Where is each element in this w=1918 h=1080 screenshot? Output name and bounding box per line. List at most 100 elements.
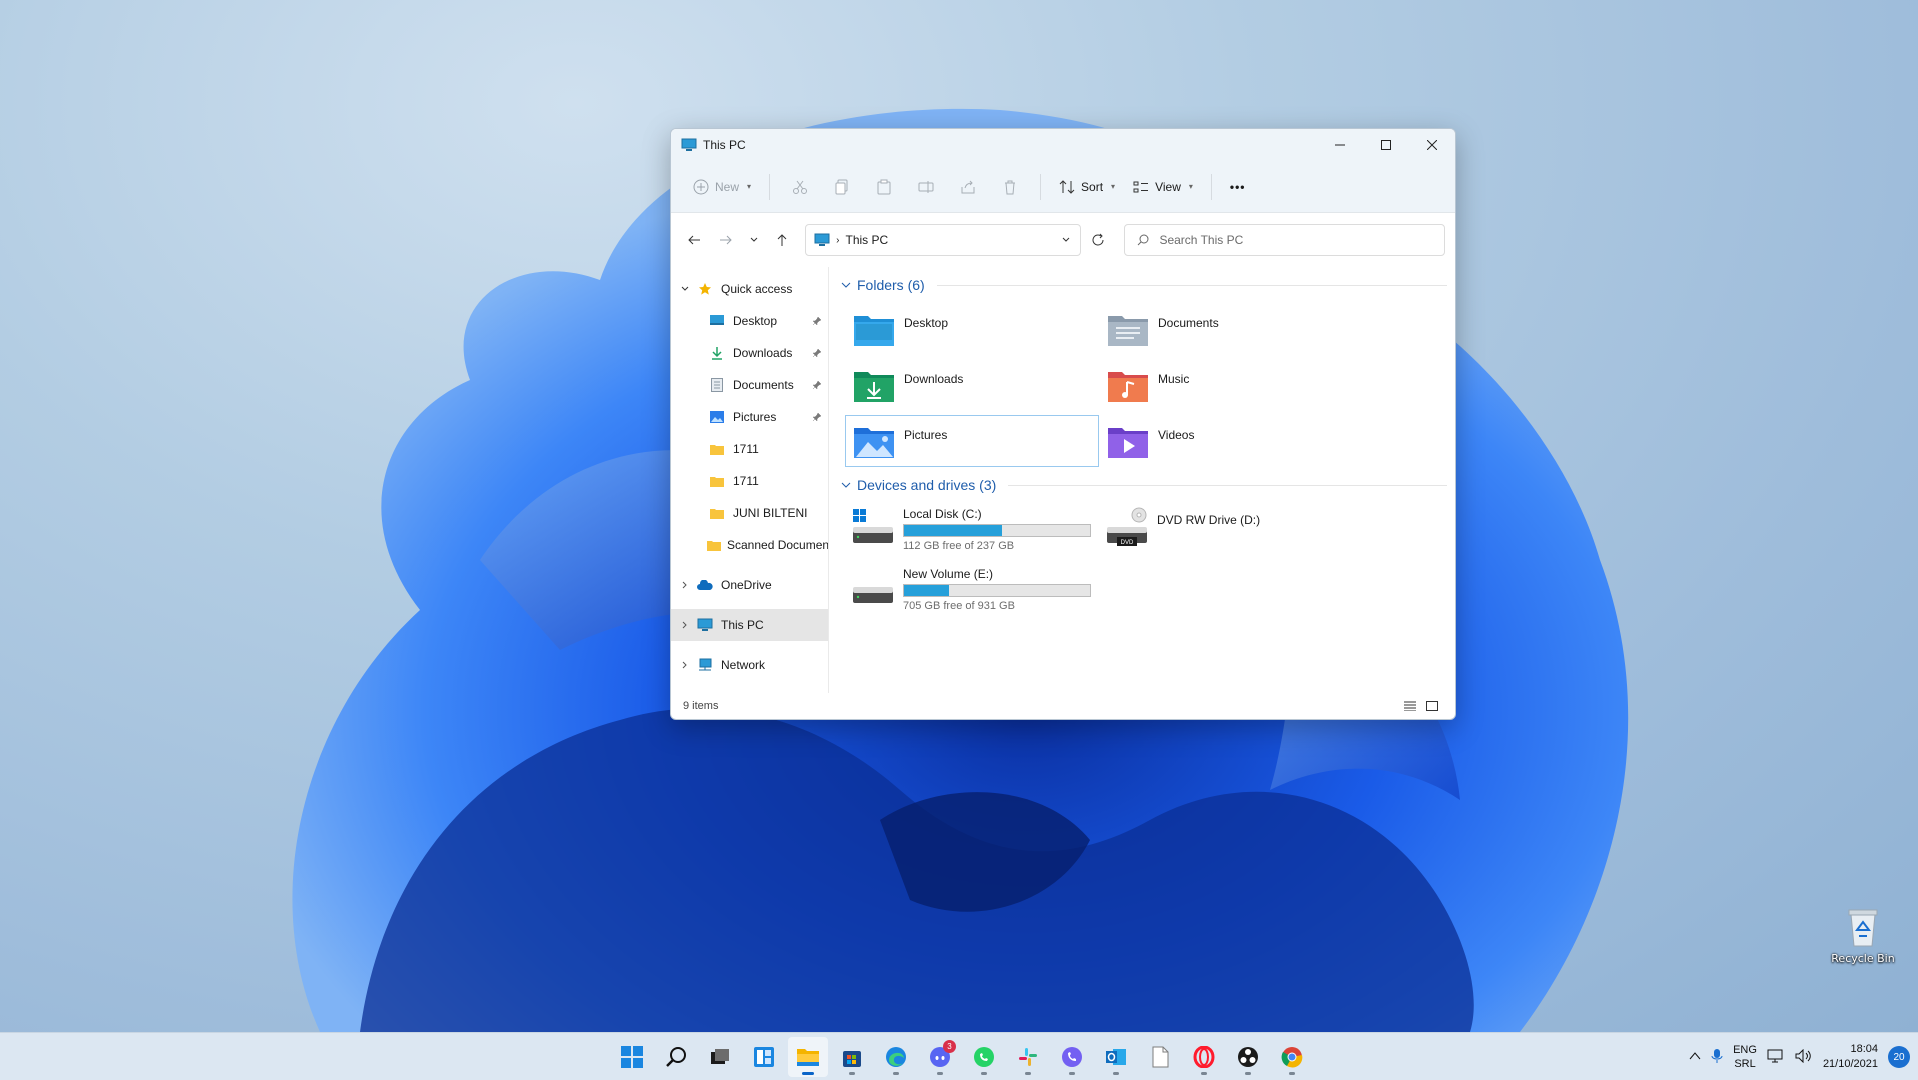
folder-tile-pictures[interactable]: Pictures bbox=[845, 415, 1099, 467]
microphone-button[interactable] bbox=[1711, 1048, 1723, 1067]
sidebar-item-pictures[interactable]: Pictures bbox=[671, 401, 828, 433]
network-status-button[interactable] bbox=[1767, 1049, 1785, 1066]
maximize-button[interactable] bbox=[1363, 129, 1409, 161]
delete-button[interactable] bbox=[990, 170, 1030, 204]
see-more-button[interactable]: ••• bbox=[1222, 170, 1254, 204]
share-button[interactable] bbox=[948, 170, 988, 204]
sidebar-item-documents[interactable]: Documents bbox=[671, 369, 828, 401]
notification-center-button[interactable]: 20 bbox=[1888, 1046, 1910, 1068]
minimize-button[interactable] bbox=[1317, 129, 1363, 161]
sidebar-item-folder-1711[interactable]: 1711 bbox=[671, 433, 828, 465]
arrow-left-icon bbox=[688, 235, 700, 245]
sidebar-item-onedrive[interactable]: OneDrive bbox=[671, 569, 828, 601]
folder-tile-downloads[interactable]: Downloads bbox=[845, 359, 1099, 411]
copy-button[interactable] bbox=[822, 170, 862, 204]
arrow-up-icon bbox=[777, 234, 787, 246]
chevron-right-icon[interactable] bbox=[675, 580, 695, 590]
back-button[interactable] bbox=[679, 224, 709, 256]
pin-icon bbox=[812, 347, 822, 361]
sidebar-item-quick-access[interactable]: Quick access bbox=[671, 273, 828, 305]
edge-button[interactable] bbox=[876, 1037, 916, 1077]
recycle-bin-shortcut[interactable]: Recycle Bin bbox=[1826, 904, 1900, 965]
running-indicator bbox=[1025, 1072, 1031, 1075]
discord-button[interactable]: 3 bbox=[920, 1037, 960, 1077]
sidebar-item-network[interactable]: Network bbox=[671, 649, 828, 681]
volume-button[interactable] bbox=[1795, 1048, 1813, 1066]
drive-label: New Volume (E:) bbox=[903, 567, 994, 581]
recycle-bin-icon bbox=[1848, 909, 1878, 947]
task-view-button[interactable] bbox=[700, 1037, 740, 1077]
details-view-button[interactable] bbox=[1399, 697, 1421, 715]
chevron-right-icon[interactable] bbox=[675, 660, 695, 670]
folder-tile-documents[interactable]: Documents bbox=[1099, 303, 1353, 355]
running-indicator bbox=[1289, 1072, 1295, 1075]
sidebar-item-label: Downloads bbox=[733, 346, 793, 360]
outlook-button[interactable] bbox=[1096, 1037, 1136, 1077]
sidebar-item-scanned-documents[interactable]: Scanned Documents bbox=[671, 529, 828, 561]
large-icons-view-button[interactable] bbox=[1421, 697, 1443, 715]
folder-icon bbox=[707, 443, 727, 455]
widgets-button[interactable] bbox=[744, 1037, 784, 1077]
sidebar-item-desktop[interactable]: Desktop bbox=[671, 305, 828, 337]
sidebar-item-downloads[interactable]: Downloads bbox=[671, 337, 828, 369]
viber-button[interactable] bbox=[1052, 1037, 1092, 1077]
start-button[interactable] bbox=[612, 1037, 652, 1077]
outlook-icon bbox=[1106, 1049, 1126, 1065]
rename-button[interactable] bbox=[906, 170, 946, 204]
trash-icon bbox=[1005, 180, 1016, 194]
whatsapp-button[interactable] bbox=[964, 1037, 1004, 1077]
speaker-icon bbox=[1795, 1048, 1811, 1063]
file-explorer-taskbar-button[interactable] bbox=[788, 1037, 828, 1077]
music-folder-icon bbox=[1106, 364, 1150, 408]
folder-tile-videos[interactable]: Videos bbox=[1099, 415, 1353, 467]
store-button[interactable] bbox=[832, 1037, 872, 1077]
chevron-up-icon bbox=[1689, 1052, 1701, 1060]
address-bar[interactable]: › This PC bbox=[805, 224, 1081, 256]
recent-locations-button[interactable] bbox=[743, 224, 765, 256]
folders-group-header[interactable]: Folders (6) bbox=[841, 273, 1447, 297]
sidebar-item-folder-1711-b[interactable]: 1711 bbox=[671, 465, 828, 497]
drive-tile-e[interactable]: New Volume (E:) 705 GB free of 931 GB bbox=[845, 563, 1099, 619]
folder-label: Downloads bbox=[904, 372, 964, 386]
chevron-right-icon[interactable] bbox=[675, 620, 695, 630]
taskbar-search-button[interactable] bbox=[656, 1037, 696, 1077]
copy-icon bbox=[835, 179, 848, 194]
view-button[interactable]: View ▾ bbox=[1125, 170, 1201, 204]
close-button[interactable] bbox=[1409, 129, 1455, 161]
cut-button[interactable] bbox=[780, 170, 820, 204]
drives-group-header[interactable]: Devices and drives (3) bbox=[841, 473, 1447, 497]
star-icon bbox=[695, 282, 715, 296]
opera-button[interactable] bbox=[1184, 1037, 1224, 1077]
slack-button[interactable] bbox=[1008, 1037, 1048, 1077]
folder-tile-music[interactable]: Music bbox=[1099, 359, 1353, 411]
notepad-button[interactable] bbox=[1140, 1037, 1180, 1077]
show-hidden-icons-button[interactable] bbox=[1689, 1050, 1701, 1064]
search-box[interactable]: Search This PC bbox=[1124, 224, 1445, 256]
toolbar-separator bbox=[1040, 173, 1042, 200]
paste-button[interactable] bbox=[864, 170, 904, 204]
input-language-button[interactable]: ENG SRL bbox=[1733, 1043, 1757, 1071]
title-bar[interactable]: This PC bbox=[671, 129, 1455, 161]
videos-folder-icon bbox=[1106, 420, 1150, 464]
chevron-down-icon[interactable] bbox=[675, 284, 695, 294]
forward-button[interactable] bbox=[711, 224, 741, 256]
chrome-button[interactable] bbox=[1272, 1037, 1312, 1077]
folder-tile-desktop[interactable]: Desktop bbox=[845, 303, 1099, 355]
recycle-bin-label: Recycle Bin bbox=[1831, 952, 1895, 965]
refresh-button[interactable] bbox=[1083, 224, 1113, 256]
downloads-folder-icon bbox=[852, 364, 896, 408]
drive-tile-d[interactable]: DVD DVD RW Drive (D:) bbox=[1099, 503, 1353, 559]
sidebar-item-this-pc[interactable]: This PC bbox=[671, 609, 828, 641]
sort-button[interactable]: Sort ▾ bbox=[1051, 170, 1123, 204]
view-label: View bbox=[1155, 179, 1181, 194]
up-button[interactable] bbox=[767, 224, 797, 256]
folder-label: Desktop bbox=[904, 316, 949, 330]
new-button[interactable]: New ▾ bbox=[685, 170, 759, 204]
sidebar-item-juni-bilteni[interactable]: JUNI BILTENI bbox=[671, 497, 828, 529]
obs-button[interactable] bbox=[1228, 1037, 1268, 1077]
slack-icon bbox=[1019, 1048, 1037, 1066]
clock-button[interactable]: 18:04 21/10/2021 bbox=[1823, 1042, 1878, 1072]
address-dropdown-button[interactable] bbox=[1052, 235, 1080, 245]
drive-tile-c[interactable]: Local Disk (C:) 112 GB free of 237 GB bbox=[845, 503, 1099, 559]
folders-grid: Desktop Documents Downloads Music Pictur… bbox=[845, 303, 1447, 467]
